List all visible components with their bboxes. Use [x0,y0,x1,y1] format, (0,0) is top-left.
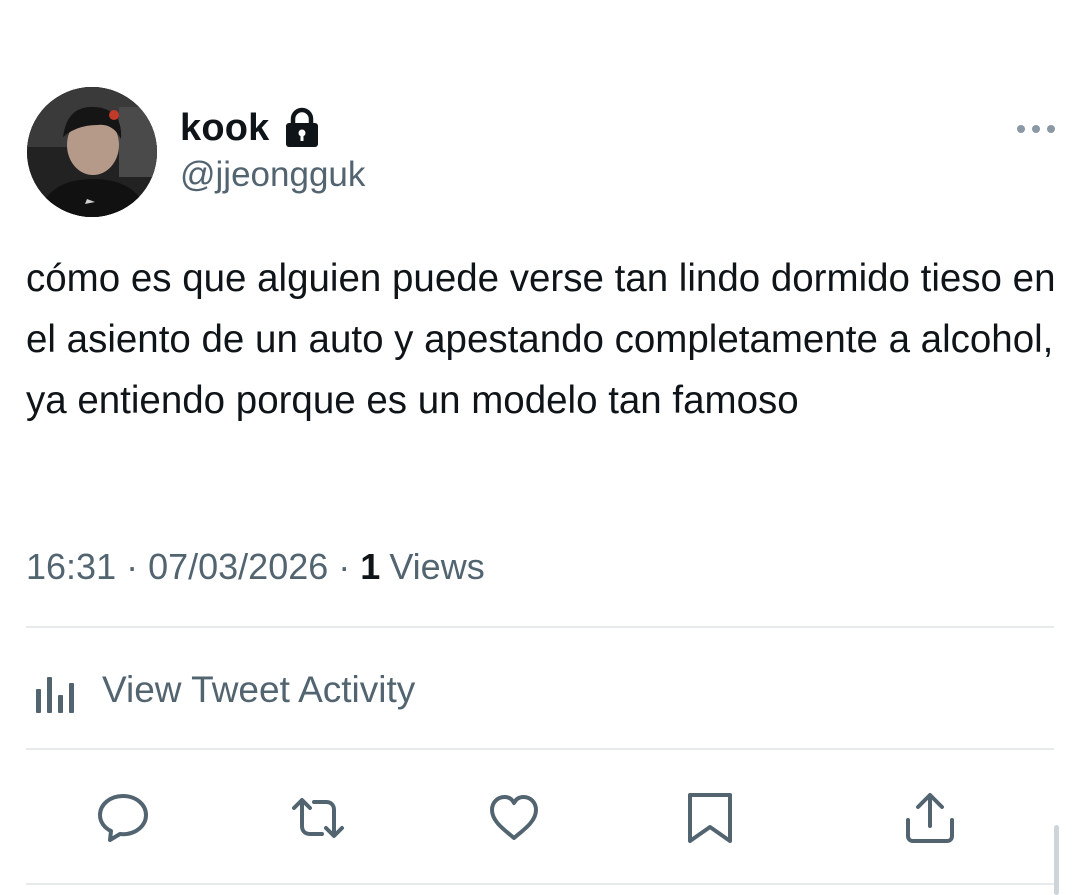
tweet-text: cómo es que alguien puede verse tan lind… [26,257,1056,422]
speech-bubble-icon [98,794,148,842]
analytics-bars-icon [30,665,80,715]
separator: · [338,546,351,587]
reply-button[interactable] [95,790,151,846]
retweet-arrows-icon [292,798,344,838]
views-label: Views [389,546,485,587]
share-upload-icon [906,793,954,843]
tweet-meta: 16:31 · 07/03/2026 · 1 Views [26,542,485,592]
share-button[interactable] [902,790,958,846]
profile-photo [27,87,157,217]
divider [26,883,1054,885]
handle[interactable]: @jjeongguk [180,155,365,195]
tweet-date[interactable]: 07/03/2026 [148,546,328,588]
view-tweet-activity-button[interactable]: View Tweet Activity [30,662,415,718]
like-button[interactable] [486,790,542,846]
heart-icon [490,795,538,840]
scrollbar[interactable] [1054,825,1059,895]
view-tweet-activity-label: View Tweet Activity [102,669,416,710]
bookmark-button[interactable] [682,790,738,846]
tweet-time[interactable]: 16:31 [26,546,116,588]
display-name[interactable]: kook [180,107,270,150]
bookmark-icon [688,793,732,843]
author-name-row: kook [180,104,322,152]
avatar[interactable] [27,87,157,217]
divider [26,748,1054,750]
more-options-icon[interactable] [1012,117,1060,141]
lock-icon [282,107,322,149]
retweet-button[interactable] [288,790,344,846]
separator: · [126,546,139,587]
divider [26,626,1054,628]
views-count: 1 [360,546,381,587]
